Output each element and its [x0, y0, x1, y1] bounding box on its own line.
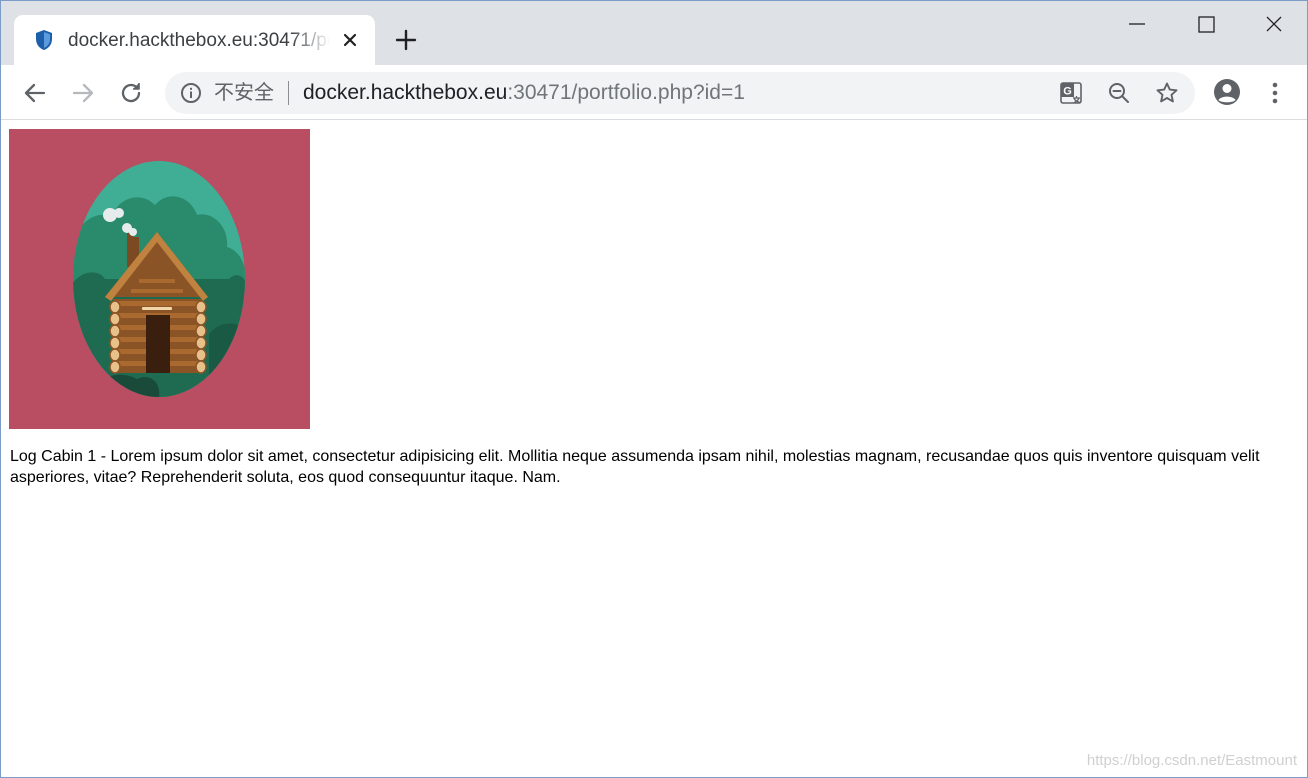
- url-host: docker.hackthebox.eu: [303, 81, 508, 104]
- url-path: :30471/portfolio.php?id=1: [507, 81, 745, 104]
- url-text[interactable]: docker.hackthebox.eu:30471/portfolio.php…: [303, 80, 745, 106]
- forward-arrow-icon[interactable]: [69, 79, 97, 107]
- shield-icon: [36, 30, 52, 50]
- zoom-out-icon[interactable]: [1107, 81, 1131, 105]
- new-tab-plus-icon[interactable]: [394, 28, 418, 52]
- cabin-description: Log Cabin 1 - Lorem ipsum dolor sit amet…: [10, 448, 1260, 486]
- browser-toolbar: 不安全 docker.hackthebox.eu:30471/portfolio…: [1, 65, 1307, 120]
- close-icon[interactable]: [339, 29, 361, 51]
- page-content: Log Cabin 1 - Lorem ipsum dolor sit amet…: [1, 121, 1307, 777]
- reload-icon[interactable]: [117, 79, 145, 107]
- tab-strip: docker.hackthebox.eu:30471/portfolio.php…: [1, 1, 1307, 65]
- omnibox-divider: [288, 81, 289, 105]
- browser-window: docker.hackthebox.eu:30471/portfolio.php…: [0, 0, 1308, 778]
- active-tab[interactable]: docker.hackthebox.eu:30471/portfolio.php…: [14, 15, 375, 65]
- minimize-icon[interactable]: [1122, 11, 1152, 39]
- bookmark-star-icon[interactable]: [1155, 81, 1179, 105]
- window-close-icon[interactable]: [1259, 11, 1289, 39]
- address-bar[interactable]: 不安全 docker.hackthebox.eu:30471/portfolio…: [165, 72, 1195, 114]
- info-icon[interactable]: [180, 82, 202, 104]
- log-cabin-image: [9, 129, 310, 429]
- security-status-label[interactable]: 不安全: [214, 80, 274, 106]
- profile-avatar-icon[interactable]: [1213, 78, 1241, 106]
- tab-title: docker.hackthebox.eu:30471/portfolio.php…: [68, 30, 330, 51]
- translate-icon[interactable]: G: [1059, 81, 1083, 105]
- more-menu-icon[interactable]: [1263, 79, 1287, 107]
- svg-text:G: G: [1063, 86, 1072, 98]
- watermark-text: https://blog.csdn.net/Eastmount: [1086, 752, 1297, 769]
- back-arrow-icon[interactable]: [21, 79, 49, 107]
- maximize-icon[interactable]: [1191, 11, 1221, 39]
